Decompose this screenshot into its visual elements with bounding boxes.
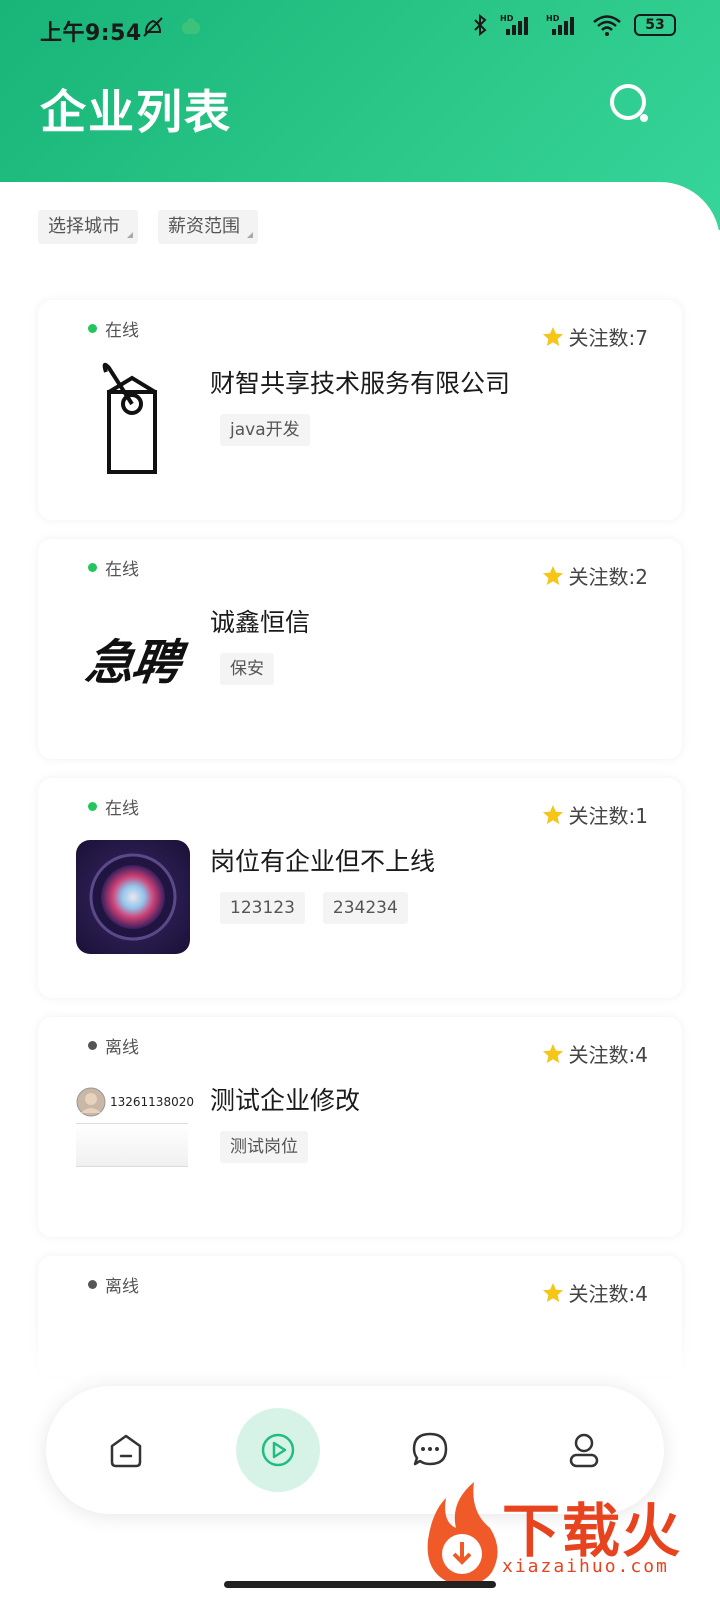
company-card[interactable]: 在线 关注数:1 岗位有企业但不上线 123123 234234	[38, 778, 682, 998]
status-left-icons	[140, 14, 202, 40]
siri-orb-logo	[76, 840, 190, 954]
follow-count-label: 关注数:7	[568, 326, 648, 350]
status-label: 离线	[105, 1038, 139, 1058]
offline-status: 离线	[88, 1272, 139, 1297]
company-name: 岗位有企业但不上线	[210, 847, 436, 876]
city-filter[interactable]: 选择城市	[38, 210, 138, 244]
follow-count-label: 关注数:4	[568, 1043, 648, 1067]
status-bar: 上午9:54 HD HD 53	[0, 0, 720, 58]
follow-count-label: 关注数:1	[568, 804, 648, 828]
city-filter-label: 选择城市	[48, 216, 120, 237]
phone-number-text: 13261138020	[110, 1095, 194, 1109]
wifi-icon	[593, 15, 621, 36]
signal-hd-1-icon: HD	[500, 14, 528, 35]
avatar	[76, 1087, 106, 1117]
follow-count-label: 关注数:4	[568, 1282, 648, 1306]
watermark-url: xiazaihuo.com	[502, 1556, 669, 1577]
company-card[interactable]: 离线 关注数:4 13261138020 测试企业修改 测试岗位	[38, 1017, 682, 1237]
star-icon	[542, 1282, 563, 1302]
play-circle-icon	[261, 1433, 295, 1467]
status-label: 在线	[105, 321, 139, 341]
company-card[interactable]: 在线 关注数:7 财智共享技术服务有限公司 java开发	[38, 300, 682, 520]
star-icon	[542, 1043, 563, 1063]
list-fade	[0, 1330, 720, 1390]
company-name: 测试企业修改	[210, 1086, 361, 1115]
home-indicator[interactable]	[224, 1581, 496, 1588]
offline-status: 离线	[88, 1033, 139, 1058]
follow-count: 关注数:4	[541, 1278, 648, 1307]
salary-filter[interactable]: 薪资范围	[158, 210, 258, 244]
page-title: 企业列表	[40, 85, 232, 139]
status-time: 上午9:54	[40, 21, 142, 46]
follow-count: 关注数:2	[541, 561, 648, 590]
job-tag: 测试岗位	[220, 1131, 308, 1163]
filter-bar: 选择城市 薪资范围	[38, 210, 258, 244]
dropdown-corner-icon	[127, 232, 133, 238]
star-icon	[542, 326, 563, 346]
svg-text:HD: HD	[546, 14, 560, 23]
job-tag: java开发	[220, 414, 310, 446]
online-status: 在线	[88, 555, 139, 580]
follow-count: 关注数:4	[541, 1039, 648, 1068]
status-right-icons: HD HD 53	[472, 13, 676, 37]
dropdown-corner-icon	[247, 232, 253, 238]
follow-count-label: 关注数:2	[568, 565, 648, 589]
status-dot	[88, 1041, 97, 1050]
urgent-hiring-logo: 急聘	[76, 601, 190, 715]
app-notification-icon	[182, 18, 200, 34]
mute-alarm-icon	[143, 17, 163, 37]
profile-screenshot-logo: 13261138020	[76, 1079, 194, 1193]
follow-count: 关注数:1	[541, 800, 648, 829]
job-tag: 保安	[220, 653, 274, 685]
star-icon	[542, 565, 563, 585]
status-dot	[88, 324, 97, 333]
job-tags: java开发	[220, 414, 310, 446]
status-dot	[88, 1280, 97, 1289]
job-tags: 测试岗位	[220, 1131, 308, 1163]
svg-text:HD: HD	[500, 14, 514, 23]
online-status: 在线	[88, 794, 139, 819]
bluetooth-icon	[474, 13, 487, 37]
status-dot	[88, 563, 97, 572]
salary-filter-label: 薪资范围	[168, 216, 240, 237]
online-status: 在线	[88, 316, 139, 341]
price-tag-icon	[102, 362, 157, 474]
message-icon[interactable]	[410, 1430, 450, 1470]
status-label: 在线	[105, 560, 139, 580]
urgent-hiring-text: 急聘	[82, 635, 183, 691]
company-name: 诚鑫恒信	[210, 608, 311, 637]
job-tag: 123123	[220, 892, 305, 924]
search-icon[interactable]	[606, 80, 654, 128]
signal-hd-2-icon: HD	[546, 14, 574, 35]
job-tags: 保安	[220, 653, 274, 685]
company-card[interactable]: 在线 关注数:2 急聘 诚鑫恒信 保安	[38, 539, 682, 759]
battery-indicator: 53	[634, 14, 676, 36]
watermark: 下载火 xiazaihuo.com	[420, 1478, 710, 1590]
job-tag: 234234	[322, 892, 408, 924]
follow-count: 关注数:7	[541, 322, 648, 351]
star-icon	[542, 804, 563, 824]
profile-icon[interactable]	[564, 1430, 604, 1470]
company-name: 财智共享技术服务有限公司	[210, 369, 511, 398]
status-label: 离线	[105, 1277, 139, 1297]
status-dot	[88, 802, 97, 811]
home-icon[interactable]	[106, 1430, 146, 1470]
status-label: 在线	[105, 799, 139, 819]
video-tab-button[interactable]	[236, 1408, 320, 1492]
job-tags: 123123 234234	[220, 892, 408, 924]
flame-logo	[427, 1482, 498, 1586]
